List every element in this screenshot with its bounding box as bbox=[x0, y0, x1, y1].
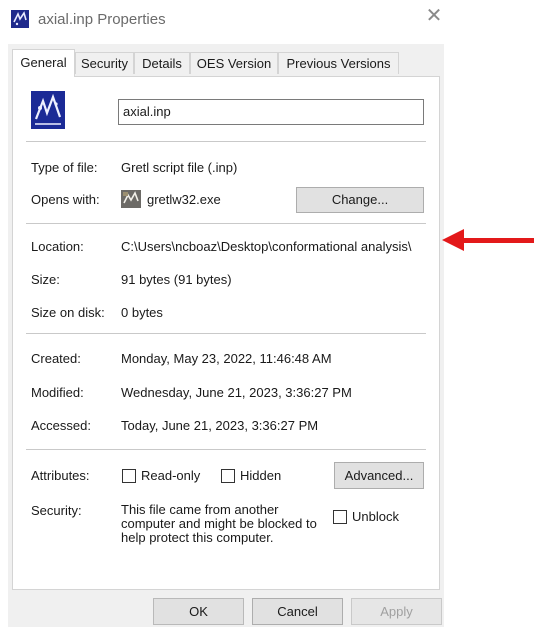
apply-button: Apply bbox=[351, 598, 442, 625]
security-message-line: computer and might be blocked to bbox=[121, 516, 317, 531]
security-message: This file came from another computer and… bbox=[121, 503, 317, 545]
file-type-icon-small bbox=[11, 10, 29, 28]
security-message-line: This file came from another bbox=[121, 502, 279, 517]
readonly-checkbox[interactable] bbox=[122, 469, 136, 483]
hidden-checkbox[interactable] bbox=[221, 469, 235, 483]
separator bbox=[26, 223, 426, 224]
type-label: Type of file: bbox=[31, 160, 98, 175]
separator bbox=[26, 141, 426, 142]
hidden-label[interactable]: Hidden bbox=[240, 468, 281, 483]
window-title: axial.inp Properties bbox=[38, 11, 166, 28]
tab-details[interactable]: Details bbox=[134, 52, 190, 74]
tab-general[interactable]: General bbox=[12, 49, 75, 77]
attributes-label: Attributes: bbox=[31, 468, 90, 483]
change-button[interactable]: Change... bbox=[296, 187, 424, 213]
separator bbox=[26, 449, 426, 450]
location-value: C:\Users\ncboaz\Desktop\conformational a… bbox=[121, 239, 412, 254]
size-on-disk-value: 0 bytes bbox=[121, 305, 163, 320]
location-label: Location: bbox=[31, 239, 84, 254]
size-on-disk-label: Size on disk: bbox=[31, 305, 105, 320]
size-value: 91 bytes (91 bytes) bbox=[121, 272, 232, 287]
annotation-arrow-shaft bbox=[462, 238, 534, 243]
ok-button[interactable]: OK bbox=[153, 598, 244, 625]
security-message-line: help protect this computer. bbox=[121, 530, 274, 545]
gretl-app-icon bbox=[121, 190, 141, 208]
size-label: Size: bbox=[31, 272, 60, 287]
opens-with-value: gretlw32.exe bbox=[147, 192, 221, 207]
close-icon[interactable]: ✕ bbox=[424, 6, 444, 26]
tab-previous-versions[interactable]: Previous Versions bbox=[278, 52, 399, 74]
separator bbox=[26, 333, 426, 334]
accessed-value: Today, June 21, 2023, 3:36:27 PM bbox=[121, 418, 319, 433]
created-label: Created: bbox=[31, 351, 81, 366]
filename-input[interactable]: axial.inp bbox=[118, 99, 424, 125]
modified-label: Modified: bbox=[31, 385, 84, 400]
tab-security[interactable]: Security bbox=[75, 52, 134, 74]
type-value: Gretl script file (.inp) bbox=[121, 160, 238, 175]
tab-oes-version[interactable]: OES Version bbox=[190, 52, 278, 74]
security-label: Security: bbox=[31, 503, 82, 518]
annotation-arrow-icon bbox=[442, 229, 464, 251]
cancel-button[interactable]: Cancel bbox=[252, 598, 343, 625]
modified-value: Wednesday, June 21, 2023, 3:36:27 PM bbox=[121, 385, 352, 400]
unblock-label[interactable]: Unblock bbox=[352, 509, 399, 524]
unblock-checkbox[interactable] bbox=[333, 510, 347, 524]
readonly-label[interactable]: Read-only bbox=[141, 468, 200, 483]
gretl-file-icon bbox=[31, 91, 65, 129]
created-value: Monday, May 23, 2022, 11:46:48 AM bbox=[121, 351, 332, 366]
advanced-button[interactable]: Advanced... bbox=[334, 462, 424, 489]
accessed-label: Accessed: bbox=[31, 418, 91, 433]
opens-with-label: Opens with: bbox=[31, 192, 100, 207]
